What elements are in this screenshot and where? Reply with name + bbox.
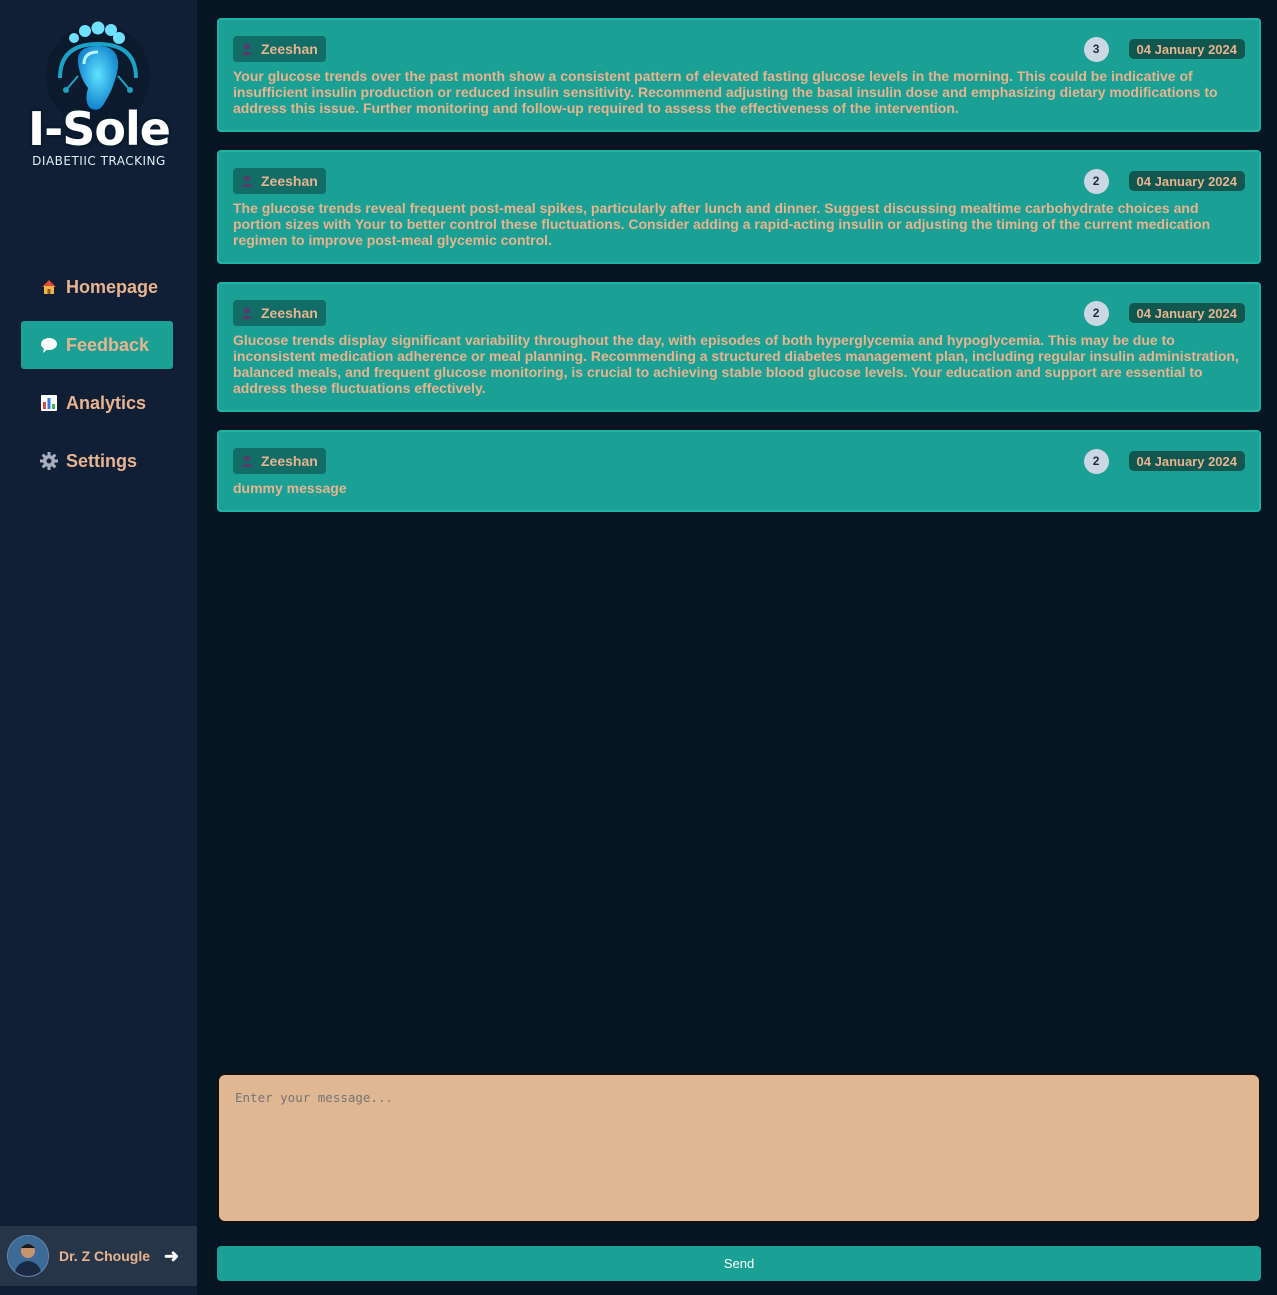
person-icon [241, 175, 253, 187]
nav-item-analytics[interactable]: Analytics [21, 379, 173, 427]
feedback-message: Your glucose trends over the past month … [233, 68, 1218, 116]
nav-item-label: Homepage [66, 276, 159, 297]
nav-item-label: Analytics [66, 392, 147, 413]
bar-chart-icon [39, 394, 59, 412]
author-badge: Zeeshan [233, 168, 326, 194]
avatar[interactable] [7, 1235, 49, 1277]
date-badge: 04 January 2024 [1128, 303, 1245, 323]
brand-tagline: DIABETIIC TRACKING [32, 154, 166, 168]
user-profile-bar: Dr. Z Chougle ➜ [0, 1226, 197, 1286]
feedback-card: Zeeshan 3 04 January 2024 Your glucose t… [217, 18, 1261, 132]
author-name: Zeeshan [261, 41, 318, 57]
arrow-right-icon[interactable]: ➜ [164, 1246, 179, 1267]
author-name: Zeeshan [261, 173, 318, 189]
gear-icon [39, 452, 59, 470]
user-name: Dr. Z Chougle [59, 1248, 150, 1264]
nav-item-settings[interactable]: Settings [21, 437, 173, 485]
nav-item-feedback[interactable]: Feedback [21, 321, 173, 369]
date-badge: 04 January 2024 [1128, 171, 1245, 191]
author-badge: Zeeshan [233, 448, 326, 474]
reply-count-badge: 2 [1083, 448, 1109, 474]
feedback-card: Zeeshan 2 04 January 2024 dummy message [217, 430, 1261, 512]
author-name: Zeeshan [261, 305, 318, 321]
brand-logo[interactable]: I-Sole DIABETIIC TRACKING [14, 18, 184, 178]
reply-count-badge: 2 [1083, 168, 1109, 194]
speech-bubble-icon [39, 336, 59, 354]
nav-item-label: Settings [66, 450, 138, 471]
author-badge: Zeeshan [233, 36, 326, 62]
reply-count-badge: 3 [1083, 36, 1109, 62]
feedback-card: Zeeshan 2 04 January 2024 The glucose tr… [217, 150, 1261, 264]
feedback-message: The glucose trends reveal frequent post-… [233, 200, 1211, 248]
send-button[interactable]: Send [217, 1246, 1261, 1281]
nav-item-label: Feedback [66, 334, 150, 355]
person-icon [241, 455, 253, 467]
date-badge: 04 January 2024 [1128, 451, 1245, 471]
author-name: Zeeshan [261, 453, 318, 469]
brand-name: I-Sole [28, 102, 171, 156]
date-badge: 04 January 2024 [1128, 39, 1245, 59]
person-icon [241, 43, 253, 55]
feedback-message: Glucose trends display significant varia… [233, 332, 1239, 396]
person-icon [241, 307, 253, 319]
message-input[interactable] [217, 1073, 1261, 1223]
feedback-card: Zeeshan 2 04 January 2024 Glucose trends… [217, 282, 1261, 412]
house-icon [39, 278, 59, 296]
reply-count-badge: 2 [1083, 300, 1109, 326]
nav-item-homepage[interactable]: Homepage [21, 263, 173, 311]
author-badge: Zeeshan [233, 300, 326, 326]
feedback-message: dummy message [233, 480, 347, 496]
sidebar-nav: Homepage Feedback Analytics Settings [21, 263, 173, 495]
sidebar: I-Sole DIABETIIC TRACKING Homepage Feedb… [0, 0, 197, 1295]
